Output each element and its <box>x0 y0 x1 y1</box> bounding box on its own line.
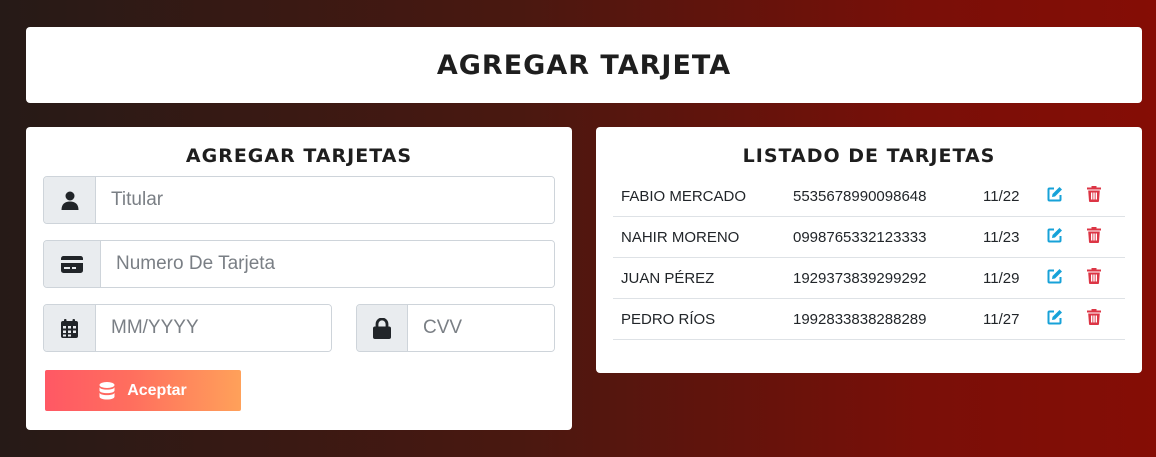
trash-icon[interactable] <box>1087 227 1101 243</box>
edit-cell <box>1047 176 1087 217</box>
cards-table: FABIO MERCADO 5535678990098648 11/22 NAH… <box>613 176 1125 340</box>
database-icon <box>99 381 115 400</box>
card-holder-cell: NAHIR MORENO <box>613 216 793 258</box>
aceptar-button-label: Aceptar <box>127 381 187 399</box>
card-number-cell: 0998765332123333 <box>793 216 983 258</box>
card-expiry-cell: 11/22 <box>983 176 1047 217</box>
table-row: FABIO MERCADO 5535678990098648 11/22 <box>613 176 1125 217</box>
card-number-cell: 1992833838288289 <box>793 298 983 340</box>
edit-cell <box>1047 257 1087 299</box>
fecha-addon <box>44 305 96 351</box>
edit-icon[interactable] <box>1047 309 1063 325</box>
add-card-form: AGREGAR TARJETAS Titular Numero De Tarje… <box>26 127 572 430</box>
header-card: AGREGAR TARJETA <box>26 27 1142 103</box>
delete-cell <box>1087 216 1125 258</box>
table-row: NAHIR MORENO 0998765332123333 11/23 <box>613 216 1125 258</box>
user-icon <box>61 191 79 210</box>
form-title: AGREGAR TARJETAS <box>185 145 413 167</box>
card-holder-cell: FABIO MERCADO <box>613 176 793 217</box>
card-expiry-cell: 11/27 <box>983 298 1047 340</box>
numero-input-group <box>43 240 555 288</box>
list-title: LISTADO DE TARJETAS <box>742 145 996 167</box>
fecha-input[interactable] <box>96 305 331 351</box>
titular-input[interactable] <box>96 177 554 223</box>
cvv-addon <box>357 305 408 351</box>
lock-icon <box>373 317 391 339</box>
edit-cell <box>1047 216 1087 258</box>
card-holder-cell: JUAN PÉREZ <box>613 257 793 299</box>
fecha-input-group <box>43 304 332 352</box>
delete-cell <box>1087 257 1125 299</box>
trash-icon[interactable] <box>1087 309 1101 325</box>
trash-icon[interactable] <box>1087 268 1101 284</box>
card-holder-cell: PEDRO RÍOS <box>613 298 793 340</box>
page-title: AGREGAR TARJETA <box>436 49 732 81</box>
numero-addon <box>44 241 101 287</box>
edit-icon[interactable] <box>1047 268 1063 284</box>
edit-icon[interactable] <box>1047 227 1063 243</box>
titular-input-group <box>43 176 555 224</box>
aceptar-button[interactable]: Aceptar <box>45 370 241 411</box>
cvv-input-group <box>356 304 555 352</box>
card-expiry-cell: 11/29 <box>983 257 1047 299</box>
table-row: JUAN PÉREZ 1929373839299292 11/29 <box>613 257 1125 299</box>
numero-input[interactable] <box>101 241 554 287</box>
card-number-cell: 5535678990098648 <box>793 176 983 217</box>
edit-cell <box>1047 298 1087 340</box>
credit-card-icon <box>61 255 83 273</box>
card-number-cell: 1929373839299292 <box>793 257 983 299</box>
table-row: PEDRO RÍOS 1992833838288289 11/27 <box>613 298 1125 340</box>
card-expiry-cell: 11/23 <box>983 216 1047 258</box>
cards-table-body: FABIO MERCADO 5535678990098648 11/22 NAH… <box>613 176 1125 340</box>
calendar-icon <box>61 318 78 338</box>
titular-addon <box>44 177 96 223</box>
trash-icon[interactable] <box>1087 186 1101 202</box>
delete-cell <box>1087 176 1125 217</box>
edit-icon[interactable] <box>1047 186 1063 202</box>
cvv-input[interactable] <box>408 305 554 351</box>
card-list: LISTADO DE TARJETAS FABIO MERCADO 553567… <box>596 127 1142 373</box>
delete-cell <box>1087 298 1125 340</box>
